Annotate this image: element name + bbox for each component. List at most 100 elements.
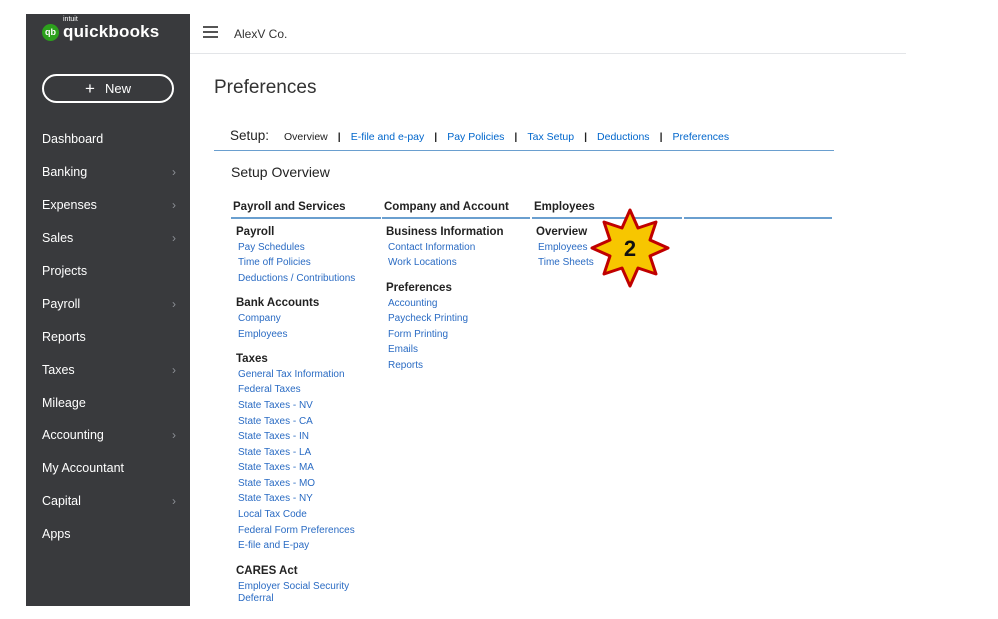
company-name: AlexV Co. bbox=[234, 27, 288, 41]
setup-overview-title: Setup Overview bbox=[231, 164, 330, 180]
quickbooks-logo[interactable]: qb intuit quickbooks bbox=[42, 16, 160, 42]
link-state-taxes-ma[interactable]: State Taxes - MA bbox=[238, 462, 314, 473]
link-form-printing[interactable]: Form Printing bbox=[388, 329, 448, 340]
chevron-right-icon: › bbox=[172, 428, 176, 443]
tab-separator: | bbox=[514, 131, 518, 143]
group-title-taxes: Taxes bbox=[236, 353, 268, 365]
link-work-locations[interactable]: Work Locations bbox=[388, 257, 457, 268]
setup-tab-bar: Setup: Overview | E-file and e-pay | Pay… bbox=[214, 128, 834, 151]
nav-item-apps[interactable]: Apps bbox=[26, 518, 190, 551]
link-deductions-contributions[interactable]: Deductions / Contributions bbox=[238, 273, 355, 284]
nav-item-reports[interactable]: Reports bbox=[26, 320, 190, 353]
chevron-right-icon: › bbox=[172, 494, 176, 509]
nav-menu: Dashboard Banking › Expenses › Sales › Proj… bbox=[26, 123, 190, 551]
link-contact-information[interactable]: Contact Information bbox=[388, 242, 475, 253]
link-state-taxes-nv[interactable]: State Taxes - NV bbox=[238, 400, 313, 411]
hamburger-menu-icon[interactable] bbox=[203, 26, 218, 41]
tab-separator: | bbox=[337, 131, 341, 143]
nav-label: Taxes bbox=[42, 362, 75, 377]
link-federal-form-preferences[interactable]: Federal Form Preferences bbox=[238, 525, 355, 536]
nav-label: Mileage bbox=[42, 395, 86, 410]
column-heading-payroll-services: Payroll and Services bbox=[231, 201, 381, 219]
link-bank-company[interactable]: Company bbox=[238, 313, 281, 324]
chevron-right-icon: › bbox=[172, 231, 176, 246]
tab-preferences[interactable]: Preferences bbox=[673, 131, 730, 143]
nav-item-capital[interactable]: Capital › bbox=[26, 485, 190, 518]
chevron-right-icon: › bbox=[172, 198, 176, 213]
tab-pay-policies[interactable]: Pay Policies bbox=[447, 131, 504, 143]
link-local-tax-code[interactable]: Local Tax Code bbox=[238, 509, 307, 520]
link-general-tax-information[interactable]: General Tax Information bbox=[238, 369, 345, 380]
setup-label: Setup: bbox=[230, 128, 270, 143]
chevron-right-icon: › bbox=[172, 296, 176, 311]
top-bar: AlexV Co. bbox=[190, 14, 906, 54]
link-state-taxes-ny[interactable]: State Taxes - NY bbox=[238, 493, 313, 504]
tab-deductions[interactable]: Deductions bbox=[597, 131, 650, 143]
link-accounting[interactable]: Accounting bbox=[388, 298, 437, 309]
nav-item-my-accountant[interactable]: My Accountant bbox=[26, 452, 190, 485]
link-time-off-policies[interactable]: Time off Policies bbox=[238, 257, 311, 268]
nav-label: Accounting bbox=[42, 428, 104, 443]
qb-logo-icon: qb bbox=[42, 23, 59, 41]
tab-tax-setup[interactable]: Tax Setup bbox=[527, 131, 574, 143]
nav-item-taxes[interactable]: Taxes › bbox=[26, 353, 190, 386]
link-bank-employees[interactable]: Employees bbox=[238, 329, 287, 340]
link-emails[interactable]: Emails bbox=[388, 344, 418, 355]
tab-separator: | bbox=[584, 131, 588, 143]
nav-label: Banking bbox=[42, 165, 88, 180]
group-title-preferences: Preferences bbox=[386, 282, 452, 294]
link-employer-social-security[interactable]: Employer Social Security bbox=[238, 581, 349, 592]
nav-label: Expenses bbox=[42, 198, 97, 213]
column-heading-empty bbox=[684, 201, 832, 219]
page-title: Preferences bbox=[214, 77, 317, 98]
link-reports[interactable]: Reports bbox=[388, 360, 423, 371]
nav-label: Reports bbox=[42, 329, 86, 344]
plus-icon: + bbox=[85, 79, 95, 98]
link-state-taxes-la[interactable]: State Taxes - LA bbox=[238, 447, 311, 458]
link-employees[interactable]: Employees bbox=[538, 242, 587, 253]
link-state-taxes-mo[interactable]: State Taxes - MO bbox=[238, 478, 315, 489]
step-badge-star-icon: 2 bbox=[590, 208, 670, 288]
group-title-payroll: Payroll bbox=[236, 226, 275, 238]
group-title-cares-act: CARES Act bbox=[236, 565, 298, 577]
link-state-taxes-ca[interactable]: State Taxes - CA bbox=[238, 416, 313, 427]
nav-item-mileage[interactable]: Mileage bbox=[26, 386, 190, 419]
nav-label: My Accountant bbox=[42, 461, 124, 476]
link-federal-taxes[interactable]: Federal Taxes bbox=[238, 384, 301, 395]
nav-item-dashboard[interactable]: Dashboard bbox=[26, 123, 190, 156]
link-deferral[interactable]: Deferral bbox=[238, 593, 274, 604]
new-button[interactable]: + New bbox=[42, 74, 174, 103]
group-title-business-information: Business Information bbox=[386, 226, 504, 238]
nav-label: Sales bbox=[42, 231, 74, 246]
nav-label: Payroll bbox=[42, 296, 81, 311]
nav-item-expenses[interactable]: Expenses › bbox=[26, 189, 190, 222]
nav-item-banking[interactable]: Banking › bbox=[26, 156, 190, 189]
chevron-right-icon: › bbox=[172, 165, 176, 180]
nav-item-projects[interactable]: Projects bbox=[26, 255, 190, 288]
link-state-taxes-in[interactable]: State Taxes - IN bbox=[238, 431, 309, 442]
nav-item-payroll[interactable]: Payroll › bbox=[26, 287, 190, 320]
nav-label: Apps bbox=[42, 527, 71, 542]
chevron-right-icon: › bbox=[172, 362, 176, 377]
nav-item-accounting[interactable]: Accounting › bbox=[26, 419, 190, 452]
link-paycheck-printing[interactable]: Paycheck Printing bbox=[388, 313, 468, 324]
logo-name-text: quickbooks bbox=[63, 22, 160, 41]
group-title-overview: Overview bbox=[536, 226, 588, 238]
link-time-sheets[interactable]: Time Sheets bbox=[538, 257, 594, 268]
link-pay-schedules[interactable]: Pay Schedules bbox=[238, 242, 305, 253]
step-badge-number: 2 bbox=[624, 236, 636, 261]
tab-overview[interactable]: Overview bbox=[284, 131, 328, 143]
nav-label: Dashboard bbox=[42, 132, 104, 147]
nav-label: Capital bbox=[42, 494, 81, 509]
tab-efile-epay[interactable]: E-file and e-pay bbox=[351, 131, 425, 143]
new-button-label: New bbox=[104, 81, 131, 96]
tab-separator: | bbox=[434, 131, 438, 143]
column-heading-company-account: Company and Account bbox=[382, 201, 530, 219]
left-navigation: qb intuit quickbooks + New Dashboard Ban… bbox=[26, 14, 190, 606]
nav-item-sales[interactable]: Sales › bbox=[26, 222, 190, 255]
group-title-bank-accounts: Bank Accounts bbox=[236, 297, 320, 309]
logo-intuit-text: intuit bbox=[63, 16, 78, 23]
nav-label: Projects bbox=[42, 264, 88, 278]
link-efile-and-epay[interactable]: E-file and E-pay bbox=[238, 540, 309, 551]
tab-separator: | bbox=[659, 131, 663, 143]
